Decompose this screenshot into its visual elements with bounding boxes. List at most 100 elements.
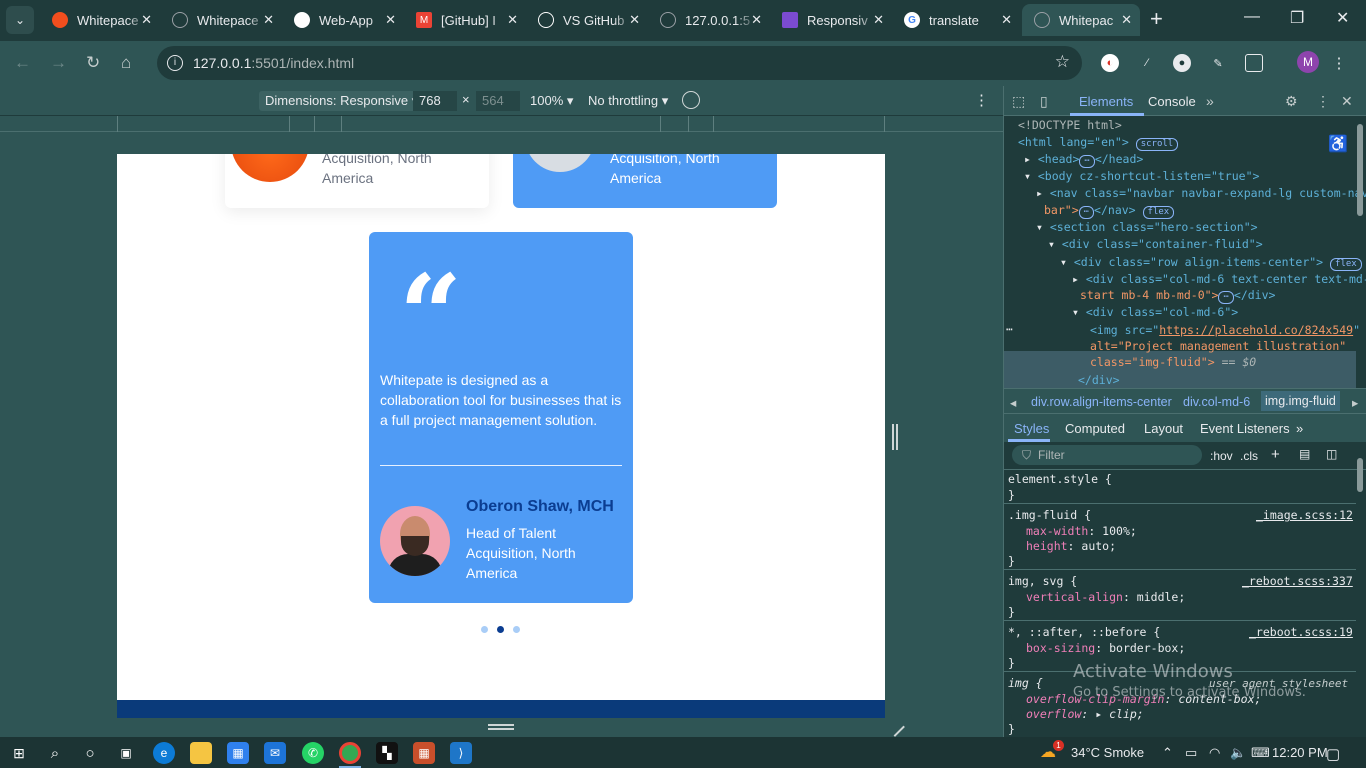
inspect-icon[interactable]: ⬚: [1012, 93, 1025, 110]
styles-scrollbar[interactable]: [1357, 458, 1363, 492]
browser-menu-icon[interactable]: ⋮: [1330, 54, 1348, 72]
scroll-badge[interactable]: scroll: [1135, 138, 1179, 151]
close-icon[interactable]: ✕: [873, 12, 884, 28]
close-icon[interactable]: ✕: [751, 12, 762, 28]
width-input[interactable]: 768: [413, 91, 457, 111]
close-icon[interactable]: ✕: [263, 12, 274, 28]
close-icon[interactable]: ✕: [1001, 12, 1012, 28]
rule-source-link[interactable]: _image.scss:12: [1256, 508, 1353, 522]
close-icon[interactable]: ✕: [385, 12, 396, 28]
dom-html[interactable]: <html lang="en"> scroll: [1018, 135, 1179, 151]
close-icon[interactable]: ✕: [629, 12, 640, 28]
restore-icon[interactable]: ❐: [1290, 8, 1304, 28]
chrome-icon[interactable]: [339, 742, 361, 764]
dom-head[interactable]: ▸ <head> ⋯ </head>: [1024, 152, 1143, 168]
tab-translate[interactable]: G translate ✕: [892, 4, 1020, 36]
dom-ellipsis-icon[interactable]: ⋯: [1006, 322, 1013, 336]
flex-badge[interactable]: flex: [1330, 258, 1362, 271]
window-close-icon[interactable]: ✕: [1336, 8, 1349, 28]
dom-tree[interactable]: <!DOCTYPE html> <html lang="en"> scroll …: [1004, 116, 1366, 403]
devtools-close-icon[interactable]: ✕: [1341, 93, 1353, 110]
search-icon[interactable]: ⌕: [44, 742, 66, 764]
carousel-dot-active[interactable]: [497, 626, 504, 633]
settings-gear-icon[interactable]: ⚙: [1285, 93, 1298, 110]
breadcrumb-left-arrow-icon[interactable]: ◂: [1010, 395, 1016, 410]
carousel-dot[interactable]: [481, 626, 488, 633]
notifications-icon[interactable]: ▢: [1326, 745, 1340, 763]
breadcrumb-item-row[interactable]: div.row.align-items-center: [1031, 395, 1172, 409]
sidebar-toggle-icon[interactable]: ◫: [1326, 447, 1337, 461]
tab-github-mail[interactable]: M [GitHub] I ✕: [404, 4, 526, 36]
decl-max-width[interactable]: max-width: 100%;: [1026, 524, 1137, 538]
file-explorer-icon[interactable]: [190, 742, 212, 764]
tab-whitepace-figma[interactable]: Whitepace ✕: [40, 4, 160, 36]
dom-col1[interactable]: ▸ <div class="col-md-6 text-center text-…: [1072, 272, 1366, 286]
profile-avatar[interactable]: M: [1297, 51, 1319, 73]
reload-icon[interactable]: ↻: [86, 53, 100, 73]
tab-elements[interactable]: Elements: [1079, 94, 1133, 109]
task-view-icon[interactable]: ▣: [115, 742, 137, 764]
media-query-ruler[interactable]: [0, 116, 1003, 132]
breadcrumb-right-arrow-icon[interactable]: ▸: [1352, 395, 1358, 410]
tab-event-listeners[interactable]: Event Listeners: [1200, 421, 1290, 436]
styles-filter-input[interactable]: ⛉ Filter: [1012, 445, 1202, 465]
vscode-icon[interactable]: ⟩: [450, 742, 472, 764]
whatsapp-icon[interactable]: ✆: [302, 742, 324, 764]
extensions-puzzle-icon[interactable]: [1245, 54, 1263, 72]
more-style-tabs-icon[interactable]: »: [1296, 421, 1303, 436]
edge-icon[interactable]: e: [153, 742, 175, 764]
more-tabs-icon[interactable]: »: [1206, 93, 1214, 109]
tab-vs-github[interactable]: VS GitHub ✕: [526, 4, 648, 36]
extension-circle-icon[interactable]: ●: [1173, 54, 1191, 72]
rule-img-fluid[interactable]: .img-fluid {: [1008, 508, 1091, 522]
app-grid-icon[interactable]: ▦: [413, 742, 435, 764]
decl-height[interactable]: height: auto;: [1026, 539, 1116, 553]
dom-section[interactable]: ▾ <section class="hero-section">: [1036, 220, 1258, 234]
weather-text[interactable]: 34°C Smoke: [1071, 745, 1144, 760]
url-text[interactable]: 127.0.0.1:5501/index.html: [193, 55, 354, 71]
battery-icon[interactable]: ▭: [1185, 745, 1197, 761]
tab-console[interactable]: Console: [1148, 94, 1196, 109]
tab-web-app[interactable]: Web-App ✕: [282, 4, 404, 36]
decl-overflow[interactable]: overflow: ▸ clip;: [1026, 707, 1144, 721]
device-more-icon[interactable]: ⋮: [974, 91, 989, 109]
flex-badge[interactable]: flex: [1142, 206, 1175, 219]
breadcrumb-item-img[interactable]: img.img-fluid: [1261, 391, 1340, 411]
dom-container[interactable]: ▾ <div class="container-fluid">: [1048, 237, 1263, 251]
windows-start-icon[interactable]: ⊞: [8, 742, 30, 764]
bookmark-star-icon[interactable]: ☆: [1055, 52, 1070, 72]
home-icon[interactable]: ⌂: [121, 53, 131, 73]
dom-nav[interactable]: ▸ <nav class="navbar navbar-expand-lg cu…: [1036, 186, 1366, 200]
tab-search-icon[interactable]: ⌄: [6, 6, 34, 34]
tab-layout[interactable]: Layout: [1144, 421, 1183, 436]
resize-handle-right[interactable]: [892, 424, 898, 450]
dom-close-div[interactable]: </div>: [1078, 373, 1120, 387]
cls-toggle[interactable]: .cls: [1240, 449, 1258, 463]
close-icon[interactable]: ✕: [141, 12, 152, 28]
dom-body[interactable]: ▾ <body cz-shortcut-listen="true">: [1024, 169, 1259, 183]
tray-chevron-icon[interactable]: ⌃: [1162, 745, 1173, 761]
close-icon[interactable]: ✕: [1121, 12, 1132, 28]
tab-whitepace[interactable]: Whitepace ✕: [160, 4, 282, 36]
device-toggle-icon[interactable]: ▯: [1040, 93, 1048, 110]
breadcrumb-item-col[interactable]: div.col-md-6: [1183, 395, 1250, 409]
rule-img-svg[interactable]: img, svg {: [1008, 574, 1077, 588]
wifi-icon[interactable]: ◠: [1209, 745, 1220, 761]
decl-box-sizing[interactable]: box-sizing: border-box;: [1026, 641, 1185, 655]
minimize-icon[interactable]: —: [1244, 8, 1260, 26]
cortana-icon[interactable]: ○: [79, 742, 101, 764]
paint-brush-icon[interactable]: ▤: [1299, 447, 1310, 461]
dom-nav-cont[interactable]: bar"> ⋯ </nav> flex: [1044, 203, 1175, 219]
tab-localhost[interactable]: 127.0.0.1:5 ✕: [648, 4, 770, 36]
tab-computed[interactable]: Computed: [1065, 421, 1125, 436]
rule-source-link[interactable]: _reboot.scss:337: [1242, 574, 1353, 588]
dom-img[interactable]: <img src="https://placehold.co/824x549": [1090, 323, 1360, 337]
devtools-menu-icon[interactable]: ⋮: [1316, 93, 1330, 110]
dom-doctype[interactable]: <!DOCTYPE html>: [1018, 118, 1122, 132]
throttling-select[interactable]: No throttling ▾: [588, 93, 668, 109]
clock-time[interactable]: 12:20 PM: [1272, 745, 1328, 760]
store-icon[interactable]: ▦: [227, 742, 249, 764]
rule-img[interactable]: img {: [1008, 676, 1043, 690]
close-icon[interactable]: ✕: [507, 12, 518, 28]
dom-col2[interactable]: ▾ <div class="col-md-6">: [1072, 305, 1238, 319]
